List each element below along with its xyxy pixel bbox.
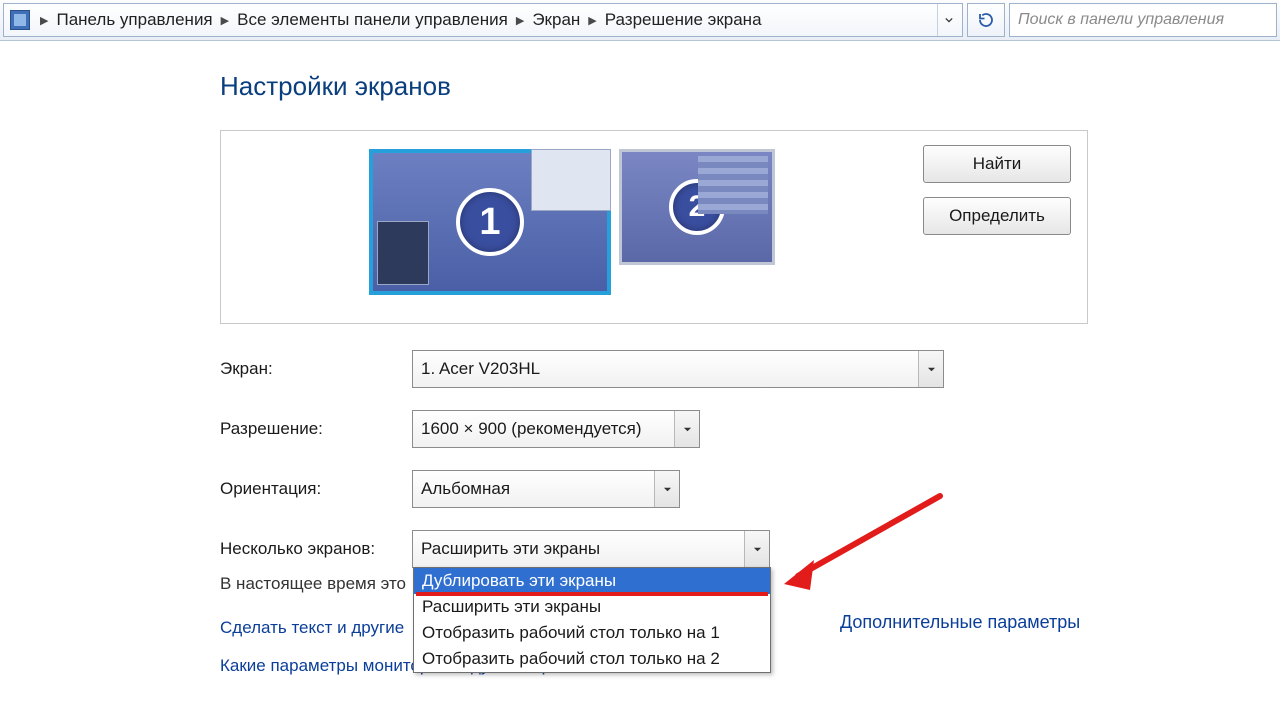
dropdown-option[interactable]: Дублировать эти экраны [414,568,770,594]
dropdown-option[interactable]: Расширить эти экраны [414,594,770,620]
chevron-right-icon: ▶ [34,14,54,27]
content-area: Настройки экранов 1 2 Найти Определить Э… [0,41,1280,676]
breadcrumb-item[interactable]: Панель управления [54,8,214,32]
display-preview: 1 2 Найти Определить [220,130,1088,324]
orientation-value: Альбомная [421,479,510,499]
monitor-2[interactable]: 2 [619,149,775,265]
resolution-select[interactable]: 1600 × 900 (рекомендуется) [412,410,700,448]
chevron-right-icon: ▶ [215,14,235,27]
monitor-number: 1 [456,188,524,256]
breadcrumb-dropdown[interactable] [937,4,960,36]
multiple-displays-select[interactable]: Расширить эти экраны Дублировать эти экр… [412,530,770,568]
dropdown-option[interactable]: Отобразить рабочий стол только на 1 [414,620,770,646]
display-value: 1. Acer V203HL [421,359,540,379]
dropdown-option[interactable]: Отобразить рабочий стол только на 2 [414,646,770,672]
chevron-right-icon: ▶ [582,14,602,27]
chevron-right-icon: ▶ [510,14,530,27]
annotation-underline [416,592,768,596]
page-title: Настройки экранов [220,71,1280,102]
refresh-button[interactable] [967,3,1005,37]
display-select[interactable]: 1. Acer V203HL [412,350,944,388]
address-bar: ▶ Панель управления ▶ Все элементы панел… [0,0,1280,41]
breadcrumb-item[interactable]: Разрешение экрана [603,8,764,32]
identify-button[interactable]: Определить [923,197,1071,235]
window-thumbnail-icon [698,156,768,214]
chevron-down-icon [744,531,769,567]
control-panel-icon [10,10,30,30]
multi-value: Расширить эти экраны [421,539,600,559]
search-input[interactable]: Поиск в панели управления [1009,3,1277,37]
search-placeholder: Поиск в панели управления [1018,11,1224,29]
orientation-select[interactable]: Альбомная [412,470,680,508]
window-thumbnail-icon [531,149,611,211]
monitor-1[interactable]: 1 [369,149,611,295]
window-thumbnail-icon [377,221,429,285]
label-orientation: Ориентация: [220,479,412,499]
multiple-displays-dropdown: Дублировать эти экраны Расширить эти экр… [413,567,771,673]
label-display: Экран: [220,359,412,379]
breadcrumb-item[interactable]: Экран [530,8,582,32]
advanced-settings-link[interactable]: Дополнительные параметры [840,612,1080,633]
breadcrumb-item[interactable]: Все элементы панели управления [235,8,510,32]
chevron-down-icon [918,351,943,387]
detect-button[interactable]: Найти [923,145,1071,183]
label-resolution: Разрешение: [220,419,412,439]
chevron-down-icon [674,411,699,447]
chevron-down-icon [654,471,679,507]
breadcrumb[interactable]: ▶ Панель управления ▶ Все элементы панел… [3,3,963,37]
label-multi: Несколько экранов: [220,539,412,559]
resolution-value: 1600 × 900 (рекомендуется) [421,419,642,439]
